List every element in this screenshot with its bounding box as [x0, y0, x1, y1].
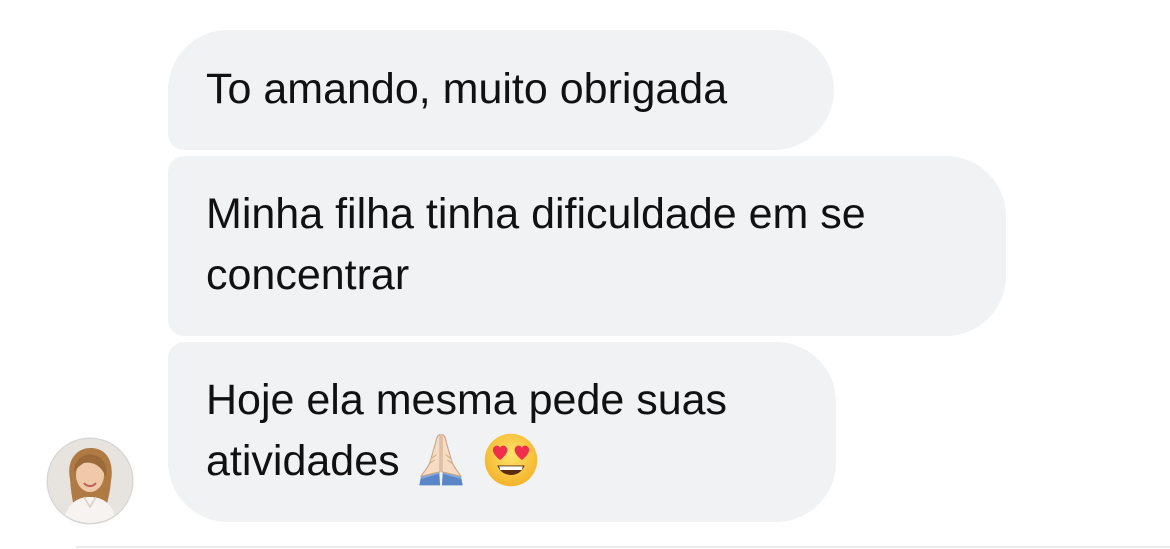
avatar[interactable]: [48, 439, 132, 523]
avatar-photo: [48, 439, 132, 523]
message-text-with-emoji: atividades: [206, 431, 836, 493]
message-bubble[interactable]: Hoje ela mesma pede suas atividades: [168, 342, 836, 522]
heart-eyes-icon: [484, 433, 537, 486]
message-bubble[interactable]: Minha filha tinha dificuldade em se conc…: [168, 156, 1006, 336]
message-text: To amando, muito obrigada: [206, 65, 728, 113]
message-text: Minha filha tinha dificuldade em se: [206, 190, 866, 238]
message-bubble[interactable]: To amando, muito obrigada: [168, 30, 834, 150]
message-text: atividades: [206, 437, 400, 485]
message-text: Hoje ela mesma pede suas: [206, 376, 728, 424]
divider: [76, 546, 1170, 548]
message-text: concentrar: [206, 251, 410, 299]
folded-hands-icon: [418, 433, 463, 486]
